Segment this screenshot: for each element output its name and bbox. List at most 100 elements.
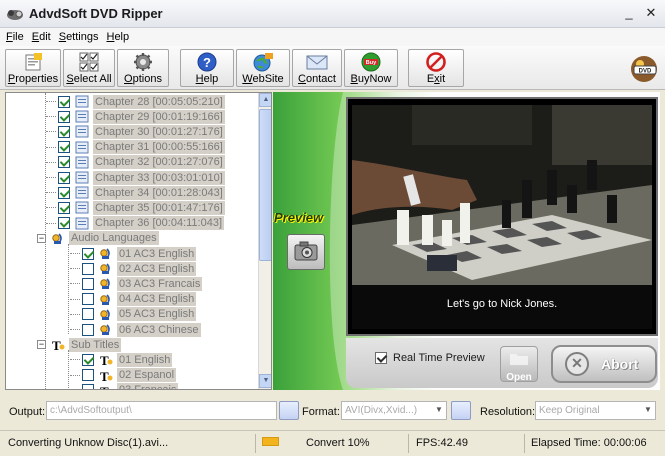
chapter-item-checkbox[interactable] xyxy=(58,156,70,169)
folder-icon xyxy=(510,354,528,365)
scroll-up-arrow[interactable]: ▲ xyxy=(259,93,271,107)
chapter-item[interactable]: Chapter 28 [00:05:05:210] xyxy=(58,94,225,109)
website-button[interactable]: WebSite xyxy=(236,49,290,87)
audio-track-item-checkbox[interactable] xyxy=(82,262,94,275)
chapter-item[interactable]: Chapter 34 [00:01:28:043] xyxy=(58,185,225,200)
chapter-item-label: Chapter 30 [00:01:27:176] xyxy=(93,124,225,139)
scroll-thumb[interactable] xyxy=(259,109,271,261)
audio-languages-group[interactable]: Audio Languages xyxy=(51,231,159,246)
abort-button[interactable]: ✕ Abort xyxy=(551,345,657,383)
audio-track-item[interactable]: 05 AC3 English xyxy=(82,307,197,322)
elapsed-time: Elapsed Time: 00:00:06 xyxy=(531,437,647,449)
tree-scrollbar[interactable]: ▲ ▼ xyxy=(258,93,271,389)
chapter-item[interactable]: Chapter 29 [00:01:19:166] xyxy=(58,109,225,124)
resolution-select[interactable]: Keep Original xyxy=(535,401,656,420)
scroll-down-arrow[interactable]: ▼ xyxy=(259,374,271,388)
audio-track-item[interactable]: 01 AC3 English xyxy=(82,246,197,261)
output-path-field[interactable]: c:\AdvdSoftoutput\ xyxy=(46,401,277,420)
browse-output-button[interactable] xyxy=(279,401,299,420)
chapter-item[interactable]: Chapter 32 [00:01:27:076] xyxy=(58,155,225,170)
subtitle-track-item-checkbox[interactable] xyxy=(82,384,94,389)
subtitle-track-icon: T xyxy=(100,353,113,366)
subtitle-track-item[interactable]: T 01 English xyxy=(82,352,173,367)
output-label: Output: xyxy=(9,406,46,418)
audio-track-item-checkbox[interactable] xyxy=(82,308,94,321)
menu-edit[interactable]: Edit xyxy=(32,31,51,43)
buy-icon: Buy xyxy=(361,52,381,72)
chapter-item-checkbox[interactable] xyxy=(58,186,70,199)
chapter-icon xyxy=(75,141,89,154)
chapter-item-label: Chapter 31 [00:00:55:166] xyxy=(93,140,225,155)
chapter-item-checkbox[interactable] xyxy=(58,217,70,230)
subtitle-track-item-checkbox[interactable] xyxy=(82,353,94,366)
svg-text:?: ? xyxy=(203,55,211,70)
properties-button[interactable]: Properties xyxy=(5,49,61,87)
menu-file[interactable]: File xyxy=(6,31,24,43)
audio-track-item-checkbox[interactable] xyxy=(82,277,94,290)
chapter-item[interactable]: Chapter 31 [00:00:55:166] xyxy=(58,140,225,155)
chapter-icon xyxy=(75,171,89,184)
open-button[interactable]: Open xyxy=(500,346,538,383)
subtitles-icon: T xyxy=(52,338,65,351)
audio-track-item[interactable]: 02 AC3 English xyxy=(82,261,197,276)
mail-icon xyxy=(306,55,328,70)
audio-languages-group-expander[interactable]: − xyxy=(37,233,46,243)
audio-track-item-label: 01 AC3 English xyxy=(117,246,197,261)
subtitle-track-item-label: 01 English xyxy=(117,352,173,367)
select-all-button[interactable]: Select All xyxy=(63,49,115,87)
audio-track-item-checkbox[interactable] xyxy=(82,293,94,306)
subtitle-track-icon: T xyxy=(100,369,113,382)
snapshot-button[interactable] xyxy=(287,234,325,270)
subtitle-track-item[interactable]: T 02 Espanol xyxy=(82,368,177,383)
exit-button[interactable]: Exit xyxy=(408,49,464,87)
format-settings-button[interactable] xyxy=(451,401,471,420)
audio-track-icon xyxy=(100,309,110,320)
convert-progress-bar xyxy=(262,437,279,446)
chapter-item[interactable]: Chapter 33 [00:03:01:010] xyxy=(58,170,225,185)
format-label: Format: xyxy=(302,406,340,418)
subtitles-group-expander[interactable]: − xyxy=(37,340,46,350)
chapter-item-checkbox[interactable] xyxy=(58,125,70,138)
realtime-preview-toggle[interactable]: Real Time Preview xyxy=(375,352,485,364)
format-dropdown-icon[interactable]: ▼ xyxy=(432,401,446,420)
help-button[interactable]: ? Help xyxy=(180,49,234,87)
subtitle-track-item-label: 03 Francais xyxy=(117,383,179,389)
options-button[interactable]: Options xyxy=(117,49,169,87)
chapter-item[interactable]: Chapter 30 [00:01:27:176] xyxy=(58,124,225,139)
menu-help[interactable]: Help xyxy=(106,31,129,43)
chapter-icon xyxy=(75,125,89,138)
svg-text:T: T xyxy=(100,353,109,366)
chapter-item-checkbox[interactable] xyxy=(58,141,70,154)
chapter-item-checkbox[interactable] xyxy=(58,110,70,123)
minimize-button[interactable]: _ xyxy=(620,5,638,21)
close-button[interactable]: ✕ xyxy=(642,5,660,21)
chapter-item-checkbox[interactable] xyxy=(58,201,70,214)
realtime-preview-checkbox[interactable] xyxy=(375,352,387,364)
chapter-item-checkbox[interactable] xyxy=(58,171,70,184)
properties-icon xyxy=(25,53,42,71)
resolution-dropdown-icon[interactable]: ▼ xyxy=(641,401,655,420)
subtitles-group[interactable]: T Sub Titles xyxy=(51,337,122,352)
audio-track-item[interactable]: 06 AC3 Chinese xyxy=(82,322,201,337)
audio-track-item-checkbox[interactable] xyxy=(82,323,94,336)
chapter-icon xyxy=(75,217,89,230)
contact-button[interactable]: Contact xyxy=(292,49,342,87)
subtitle-track-item-label: 02 Espanol xyxy=(117,368,177,383)
subtitle-track-item[interactable]: T 03 Francais xyxy=(82,383,179,389)
fps-readout: FPS:42.49 xyxy=(416,437,468,449)
audio-languages-icon xyxy=(52,233,62,244)
subtitle-track-item-checkbox[interactable] xyxy=(82,369,94,382)
subtitles-group-label: Sub Titles xyxy=(69,337,122,352)
audio-track-item-checkbox[interactable] xyxy=(82,247,94,260)
convert-progress-text: Convert 10% xyxy=(306,437,370,449)
chapter-item[interactable]: Chapter 36 [00:04:11:043] xyxy=(58,216,225,231)
buynow-button[interactable]: Buy BuyNow xyxy=(344,49,398,87)
audio-track-item[interactable]: 03 AC3 Francais xyxy=(82,276,203,291)
menu-settings[interactable]: Settings xyxy=(59,31,99,43)
audio-track-item[interactable]: 04 AC3 English xyxy=(82,292,197,307)
chapter-item-checkbox[interactable] xyxy=(58,95,70,108)
globe-icon xyxy=(253,53,273,72)
audio-languages-group-label: Audio Languages xyxy=(69,231,159,246)
select-all-icon xyxy=(79,52,99,72)
chapter-item[interactable]: Chapter 35 [00:01:47:176] xyxy=(58,200,225,215)
